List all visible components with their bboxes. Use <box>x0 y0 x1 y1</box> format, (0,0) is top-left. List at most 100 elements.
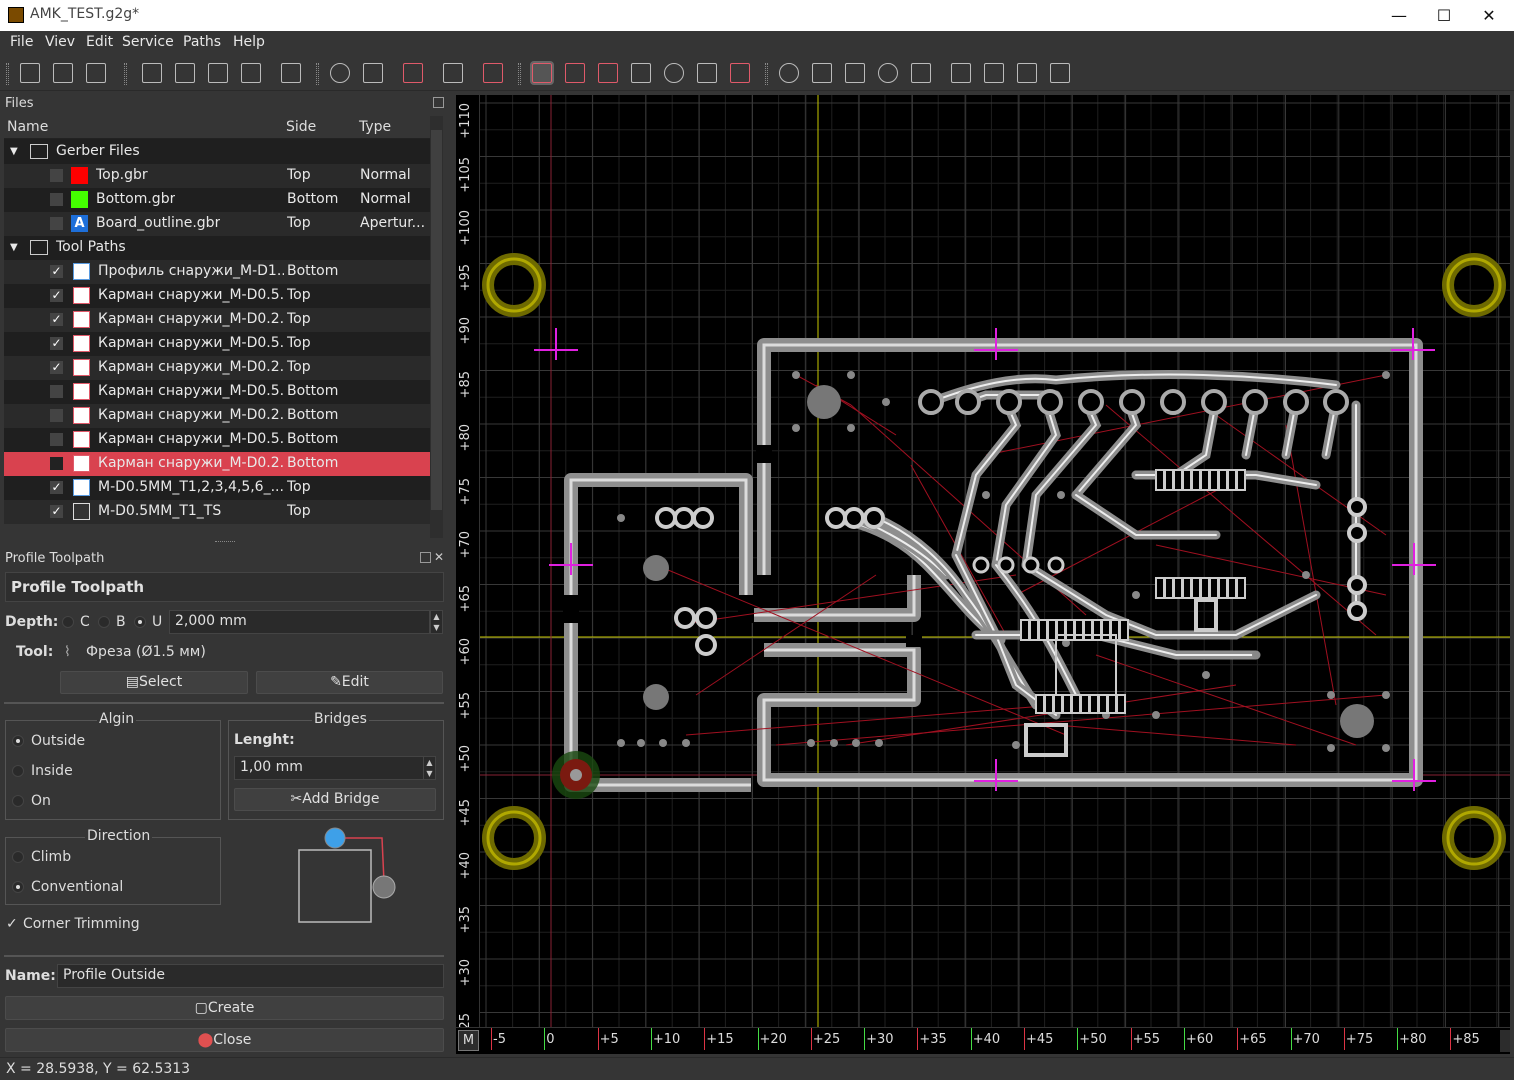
play-icon[interactable] <box>330 63 350 83</box>
pcb-canvas[interactable] <box>456 95 1510 1027</box>
name-input[interactable]: Profile Outside <box>57 964 444 988</box>
new-file-icon[interactable] <box>20 63 40 83</box>
toolpath-visibility-checkbox[interactable]: ✓ <box>50 265 63 278</box>
dock-float-icon[interactable] <box>420 552 431 563</box>
toolpath-visibility-checkbox[interactable]: ✓ <box>50 361 63 374</box>
toolpath-visibility-checkbox[interactable]: ✓ <box>50 337 63 350</box>
length-input[interactable]: 1,00 mm <box>234 756 424 780</box>
ruler-mode-button[interactable]: M <box>458 1030 479 1051</box>
splitter-handle[interactable] <box>215 541 235 544</box>
crop-icon[interactable] <box>483 63 503 83</box>
dock-close-icon[interactable]: ✕ <box>434 550 444 564</box>
gcode-icon[interactable] <box>730 63 750 83</box>
fit-board-icon[interactable] <box>403 63 423 83</box>
difference-icon[interactable] <box>984 63 1004 83</box>
menu-paths[interactable]: Paths <box>183 34 221 50</box>
toolpath-row[interactable]: ✓ Карман снаружи_M-D0.2... Top <box>4 356 430 380</box>
thermal-icon[interactable] <box>664 63 684 83</box>
column-type[interactable]: Type <box>359 119 391 135</box>
toolpath-visibility-checkbox[interactable]: ✓ <box>50 313 63 326</box>
add-point-icon[interactable] <box>779 63 799 83</box>
pocket-offset-icon[interactable] <box>565 63 585 83</box>
text-icon[interactable] <box>911 63 931 83</box>
drill-icon[interactable] <box>443 63 463 83</box>
pocket-raster-icon[interactable] <box>598 63 618 83</box>
menu-file[interactable]: File <box>10 34 33 50</box>
dock-float-icon[interactable] <box>433 97 444 108</box>
toolpath-row[interactable]: ✓ M-D0.5MM_T1_TS Top <box>4 500 430 524</box>
minimize-button[interactable]: — <box>1376 0 1422 31</box>
tree-row[interactable]: Top.gbr Top Normal <box>4 164 430 188</box>
toolpath-row[interactable]: ✓ Карман снаружи_M-D0.5... Top <box>4 332 430 356</box>
close-button[interactable]: ⬤Close <box>5 1028 444 1052</box>
union-icon[interactable] <box>951 63 971 83</box>
polyline-icon[interactable] <box>845 63 865 83</box>
depth-radio-c[interactable] <box>62 616 74 628</box>
select-tool-button[interactable]: ▤Select <box>60 671 248 694</box>
intersection-icon[interactable] <box>1017 63 1037 83</box>
rectangle-icon[interactable] <box>812 63 832 83</box>
toolpath-row[interactable]: Карман снаружи_M-D0.5... Bottom <box>4 428 430 452</box>
visibility-checkbox[interactable] <box>50 193 63 206</box>
menu-help[interactable]: Help <box>233 34 265 50</box>
visibility-checkbox[interactable] <box>50 217 63 230</box>
toolpath-row[interactable]: Карман снаружи_M-D0.5... Bottom <box>4 380 430 404</box>
menu-service[interactable]: Service <box>122 34 174 50</box>
depth-radio-u[interactable] <box>134 616 146 628</box>
close-window-button[interactable]: ✕ <box>1466 0 1512 31</box>
xor-icon[interactable] <box>1050 63 1070 83</box>
tree-group-toolpaths[interactable]: ▼ Tool Paths <box>4 236 430 260</box>
graphics-view[interactable] <box>456 95 1510 1027</box>
depth-radio-b[interactable] <box>98 616 110 628</box>
scroll-thumb[interactable] <box>431 130 442 510</box>
depth-input[interactable]: 2,000 mm <box>169 610 430 634</box>
direction-climb-radio[interactable] <box>12 851 24 863</box>
toolpath-row[interactable]: ✓ Карман снаружи_M-D0.2... Top <box>4 308 430 332</box>
create-button[interactable]: ▢Create <box>5 996 444 1020</box>
length-spinner[interactable]: ▲ ▼ <box>423 756 436 780</box>
toolpath-visibility-checkbox[interactable]: ✓ <box>50 505 63 518</box>
edit-tool-button[interactable]: ✎Edit <box>256 671 443 694</box>
save-icon[interactable] <box>86 63 106 83</box>
toolpath-visibility-checkbox[interactable] <box>50 409 63 422</box>
toolpath-visibility-checkbox[interactable] <box>50 433 63 446</box>
toolpath-visibility-checkbox[interactable]: ✓ <box>50 481 63 494</box>
toolpath-visibility-checkbox[interactable] <box>50 385 63 398</box>
expand-arrow-icon[interactable]: ▼ <box>10 242 18 253</box>
files-scrollbar[interactable] <box>430 116 443 538</box>
visibility-checkbox[interactable] <box>50 169 63 182</box>
profile-toolpath-icon[interactable] <box>530 61 554 85</box>
check-icon[interactable]: ✓ <box>6 916 18 932</box>
tree-row[interactable]: A Board_outline.gbr Top Apertur... <box>4 212 430 236</box>
column-side[interactable]: Side <box>286 119 316 135</box>
align-on-radio[interactable] <box>12 795 24 807</box>
align-outside-radio[interactable] <box>12 735 24 747</box>
depth-spinner[interactable]: ▲ ▼ <box>430 610 443 634</box>
report-icon[interactable] <box>363 63 383 83</box>
zoom-fit-icon[interactable] <box>142 63 162 83</box>
direction-conventional-radio[interactable] <box>12 881 24 893</box>
toolpath-row[interactable]: ✓ Карман снаружи_M-D0.5... Top <box>4 284 430 308</box>
menu-view[interactable]: Viev <box>45 34 75 50</box>
toolpath-visibility-checkbox[interactable]: ✓ <box>50 289 63 302</box>
toolpath-row[interactable]: ✓ Профиль снаружи_M-D1... Bottom <box>4 260 430 284</box>
menu-edit[interactable]: Edit <box>86 34 113 50</box>
column-name[interactable]: Name <box>7 119 48 135</box>
tree-row[interactable]: Bottom.gbr Bottom Normal <box>4 188 430 212</box>
toolpath-row[interactable]: Карман снаружи_M-D0.2... Bottom <box>4 452 430 476</box>
toolpath-row[interactable]: Карман снаружи_M-D0.2... Bottom <box>4 404 430 428</box>
zoom-out-icon[interactable] <box>208 63 228 83</box>
toolpath-visibility-checkbox[interactable] <box>50 457 63 470</box>
tree-group-gerber[interactable]: ▼ Gerber Files <box>4 140 430 164</box>
expand-arrow-icon[interactable]: ▼ <box>10 146 18 157</box>
files-tree[interactable]: Name Side Type ▼ Gerber Files Top.gbr To… <box>4 116 430 524</box>
select-all-icon[interactable] <box>281 63 301 83</box>
voronoi-icon[interactable] <box>631 63 651 83</box>
align-inside-radio[interactable] <box>12 765 24 777</box>
maximize-button[interactable]: ☐ <box>1421 0 1467 31</box>
zoom-selection-icon[interactable] <box>241 63 261 83</box>
zoom-in-icon[interactable] <box>175 63 195 83</box>
open-file-icon[interactable] <box>53 63 73 83</box>
add-bridge-button[interactable]: ✂Add Bridge <box>234 788 436 811</box>
toolpath-row[interactable]: ✓ M-D0.5MM_T1,2,3,4,5,6_... Top <box>4 476 430 500</box>
